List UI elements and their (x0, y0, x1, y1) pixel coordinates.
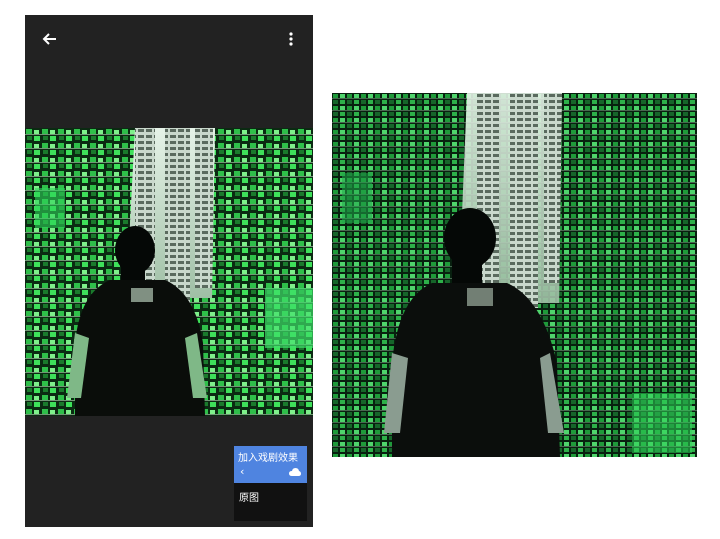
original-photo (332, 93, 697, 457)
editor-panel: 加入戏剧效果 ‹ 原图 (25, 15, 313, 527)
popup-title: 加入戏剧效果 (238, 453, 298, 464)
menu-item-original[interactable]: 原图 (239, 489, 259, 504)
edited-photo (25, 128, 313, 416)
top-app-bar (25, 15, 313, 63)
back-button[interactable] (37, 27, 61, 51)
cloud-icon[interactable] (289, 467, 301, 477)
effect-popup-header[interactable]: 加入戏剧效果 ‹ (234, 446, 307, 483)
more-options-button[interactable] (279, 27, 303, 51)
more-vert-icon (289, 32, 293, 46)
effect-popup-menu: 原图 (234, 483, 307, 521)
chevron-left-icon[interactable]: ‹ (240, 466, 244, 478)
arrow-left-icon (42, 33, 56, 45)
effect-popup: 加入戏剧效果 ‹ 原图 (234, 446, 307, 521)
